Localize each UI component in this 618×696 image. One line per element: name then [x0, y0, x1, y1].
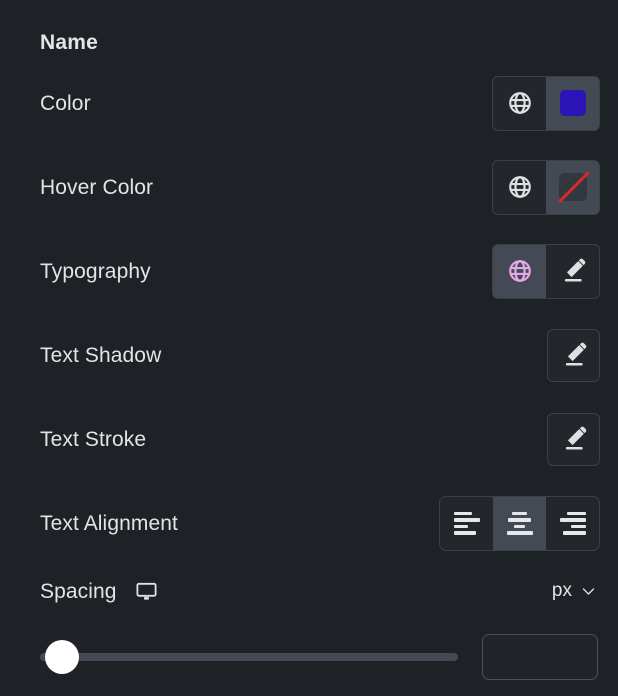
setting-row-text-alignment: Text Alignment — [0, 481, 618, 565]
text-stroke-edit-button[interactable] — [547, 412, 600, 466]
no-color-slash-icon — [557, 171, 590, 203]
chevron-down-icon — [582, 587, 595, 595]
unit-select-value: px — [551, 580, 572, 601]
text-shadow-controls — [547, 328, 600, 382]
typography-edit-button[interactable] — [546, 244, 599, 298]
setting-row-spacing: Spacing px — [0, 560, 618, 622]
text-alignment-group — [439, 495, 600, 551]
spacing-unit-controls: px — [552, 580, 596, 602]
setting-label-color: Color — [40, 91, 91, 115]
unit-select[interactable]: px — [552, 580, 596, 602]
setting-label-typography: Typography — [40, 259, 151, 283]
slider-thumb[interactable] — [45, 640, 79, 674]
setting-label-hover-color: Hover Color — [40, 175, 154, 199]
slider-track[interactable] — [40, 653, 458, 661]
typography-control-group — [492, 243, 600, 299]
align-right-icon — [559, 511, 586, 535]
color-controls — [492, 75, 600, 131]
setting-row-text-shadow: Text Shadow — [0, 313, 618, 397]
spacing-label-group: Spacing — [40, 580, 158, 603]
align-center-button[interactable] — [493, 496, 546, 550]
globe-icon — [508, 260, 531, 282]
spacing-slider-row — [0, 622, 618, 692]
text-stroke-controls — [547, 412, 600, 466]
spacing-value-input[interactable] — [482, 634, 598, 680]
style-settings-panel: Name Color Hover Color Typography Text S… — [0, 0, 618, 696]
pencil-icon — [565, 342, 586, 366]
setting-row-text-stroke: Text Stroke — [0, 397, 618, 481]
setting-row-color: Color — [0, 61, 618, 145]
align-right-button[interactable] — [546, 496, 599, 550]
setting-row-hover-color: Hover Color — [0, 145, 618, 229]
typography-global-button[interactable] — [493, 244, 546, 298]
page-title: Name — [40, 30, 98, 54]
color-swatch-button[interactable] — [546, 76, 599, 130]
hover-color-global-button[interactable] — [493, 160, 546, 214]
setting-label-text-shadow: Text Shadow — [40, 343, 162, 367]
pencil-icon — [564, 258, 585, 282]
setting-label-text-stroke: Text Stroke — [40, 427, 147, 451]
align-left-button[interactable] — [440, 496, 493, 550]
align-left-icon — [453, 511, 480, 535]
no-color-swatch — [557, 171, 590, 203]
text-alignment-controls — [439, 495, 600, 551]
globe-icon — [508, 92, 531, 114]
setting-row-typography: Typography — [0, 229, 618, 313]
desktop-icon[interactable] — [135, 580, 158, 603]
color-control-group — [492, 75, 600, 131]
spacing-slider[interactable] — [22, 637, 458, 677]
hover-color-control-group — [492, 159, 600, 215]
pencil-icon — [565, 426, 586, 450]
text-shadow-edit-button[interactable] — [547, 328, 600, 382]
typography-controls — [492, 243, 600, 299]
hover-color-swatch-button[interactable] — [546, 160, 599, 214]
setting-label-text-alignment: Text Alignment — [40, 511, 178, 535]
color-swatch — [559, 90, 586, 116]
align-center-icon — [506, 511, 533, 535]
hover-color-controls — [492, 159, 600, 215]
globe-icon — [508, 176, 531, 198]
color-global-button[interactable] — [493, 76, 546, 130]
setting-label-spacing: Spacing — [40, 579, 117, 603]
